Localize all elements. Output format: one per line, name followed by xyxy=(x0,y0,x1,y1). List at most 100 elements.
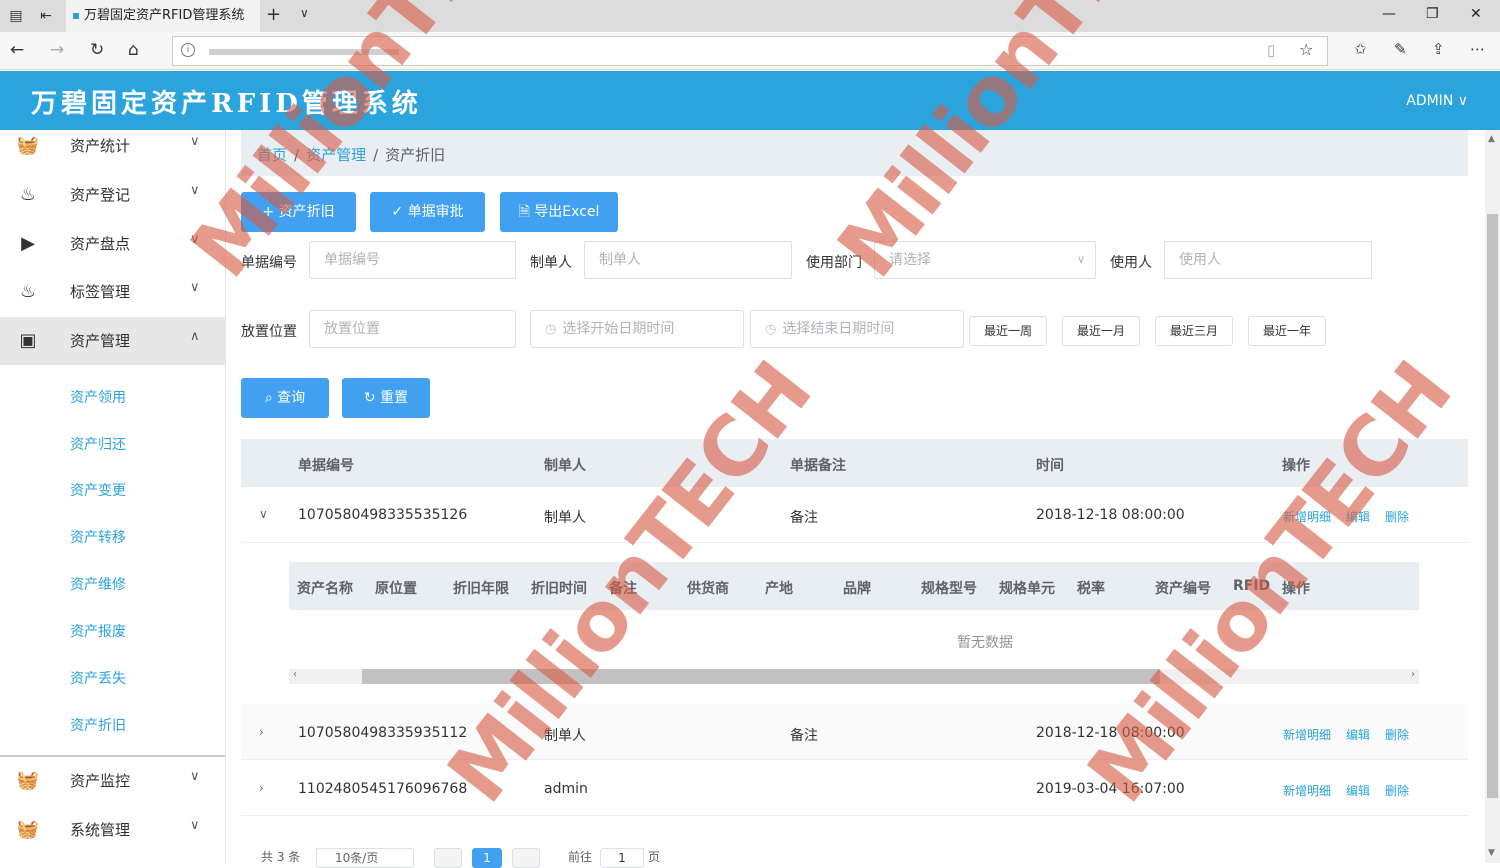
sidebar-item-system-manage[interactable]: 🧺 系统管理 ∨ xyxy=(0,806,225,854)
sidebar-item-asset-register[interactable]: ♨ 资产登记 ∨ xyxy=(0,171,225,219)
home-icon[interactable]: ⌂ xyxy=(128,40,139,60)
tab-preview-chevron-icon[interactable]: ∨ xyxy=(300,6,309,20)
subcol-origin: 产地 xyxy=(765,581,793,597)
delete-link[interactable]: 删除 xyxy=(1385,726,1409,743)
main-content: 首页 / 资产管理 / 资产折旧 + 资产折旧 ✓ 单据审批 🗎 导出Excel 单据编… xyxy=(226,130,1485,868)
last-month-button[interactable]: 最近一月 xyxy=(1062,316,1140,346)
collapse-chevron-icon[interactable]: ∨ xyxy=(259,507,268,521)
sidebar-item-label: 资产管理 xyxy=(70,332,131,350)
subcol-spec-unit: 规格单元 xyxy=(999,581,1055,597)
last-week-button[interactable]: 最近一周 xyxy=(969,316,1047,346)
approve-button[interactable]: ✓ 单据审批 xyxy=(370,192,485,232)
submenu-item[interactable]: 资产领用 xyxy=(70,387,126,407)
end-datetime-input[interactable]: ◷ 选择结束日期时间 xyxy=(750,310,964,348)
favorites-list-icon[interactable]: ✩ xyxy=(1354,40,1367,58)
dept-select[interactable]: 请选择 ∨ xyxy=(874,241,1096,279)
back-icon[interactable]: ← xyxy=(10,40,24,60)
reset-button[interactable]: ↻ 重置 xyxy=(342,378,430,418)
url-input[interactable]: i ▯ ☆ xyxy=(172,36,1328,66)
scroll-left-icon[interactable]: ‹ xyxy=(293,669,297,680)
favorite-star-icon[interactable]: ☆ xyxy=(1299,40,1313,59)
refresh-icon: ↻ xyxy=(363,390,381,406)
new-tab-icon[interactable]: + xyxy=(266,4,281,25)
chevron-down-icon: ∨ xyxy=(190,232,200,247)
add-depreciation-button[interactable]: + 资产折旧 xyxy=(241,192,356,232)
scroll-right-icon[interactable]: › xyxy=(1411,669,1415,680)
submenu-item[interactable]: 资产报废 xyxy=(70,621,126,641)
note-cell: 备注 xyxy=(790,510,818,526)
submenu-item-active[interactable]: 资产折旧 xyxy=(70,715,126,735)
horizontal-scrollbar[interactable]: ‹ › xyxy=(289,669,1419,684)
sidebar-item-asset-monitor[interactable]: 🧺 资产监控 ∨ xyxy=(0,757,225,805)
scroll-up-icon[interactable]: ▲ xyxy=(1488,134,1495,144)
submenu-item[interactable]: 资产维修 xyxy=(70,574,126,594)
start-datetime-input[interactable]: ◷ 选择开始日期时间 xyxy=(530,310,744,348)
add-detail-link[interactable]: 新增明细 xyxy=(1283,726,1331,743)
edit-link[interactable]: 编辑 xyxy=(1346,782,1370,799)
close-window-icon[interactable]: ✕ xyxy=(1470,6,1482,22)
dept-select-value: 请选择 xyxy=(889,252,931,268)
submenu-item[interactable]: 资产丢失 xyxy=(70,668,126,688)
browser-tab[interactable]: 万碧固定资产RFID管理系统 xyxy=(66,0,260,32)
next-page-button[interactable] xyxy=(512,848,540,868)
scroll-down-icon[interactable]: ▼ xyxy=(1488,848,1495,858)
maker-input[interactable]: 制单人 xyxy=(584,241,792,279)
forward-icon[interactable]: → xyxy=(50,40,64,60)
edit-link[interactable]: 编辑 xyxy=(1346,508,1370,525)
breadcrumb: 首页 / 资产管理 / 资产折旧 xyxy=(241,130,1468,176)
last-year-button[interactable]: 最近一年 xyxy=(1248,316,1326,346)
set-aside-tabs-icon[interactable]: ⇤ xyxy=(36,6,56,26)
add-detail-link[interactable]: 新增明细 xyxy=(1283,508,1331,525)
page-number-active[interactable]: 1 xyxy=(472,848,502,868)
chevron-down-icon: ∨ xyxy=(190,280,200,295)
vertical-scrollbar[interactable]: ▲ ▼ xyxy=(1485,130,1500,863)
tab-actions-icon[interactable]: ▤ xyxy=(6,6,26,26)
vertical-scroll-thumb[interactable] xyxy=(1487,214,1498,798)
minimize-icon[interactable]: — xyxy=(1382,6,1396,22)
delete-link[interactable]: 删除 xyxy=(1385,508,1409,525)
sidebar-item-asset-inventory[interactable]: ▶ 资产盘点 ∨ xyxy=(0,220,225,268)
reading-view-icon[interactable]: ▯ xyxy=(1267,41,1275,59)
sidebar-item-label: 系统管理 xyxy=(70,821,131,839)
sidebar: 🧺 资产统计 ∨ ♨ 资产登记 ∨ ▶ 资产盘点 ∨ ♨ 标签管理 ∨ ▣ 资产… xyxy=(0,130,226,863)
prev-page-button[interactable] xyxy=(434,848,462,868)
add-detail-link[interactable]: 新增明细 xyxy=(1283,782,1331,799)
restore-icon[interactable]: ❐ xyxy=(1426,6,1439,22)
search-button[interactable]: ⌕ 查询 xyxy=(241,378,329,418)
col-note: 单据备注 xyxy=(790,458,846,474)
export-excel-button[interactable]: 🗎 导出Excel xyxy=(500,192,618,232)
last-three-months-button[interactable]: 最近三月 xyxy=(1155,316,1233,346)
submenu-item[interactable]: 资产变更 xyxy=(70,480,126,500)
submenu-item[interactable]: 资产转移 xyxy=(70,527,126,547)
user-menu[interactable]: ADMIN ∨ xyxy=(1406,93,1468,109)
delete-link[interactable]: 删除 xyxy=(1385,782,1409,799)
site-info-icon[interactable]: i xyxy=(181,43,195,57)
breadcrumb-section[interactable]: 资产管理 xyxy=(306,146,366,164)
user-input[interactable]: 使用人 xyxy=(1164,241,1372,279)
col-maker: 制单人 xyxy=(544,458,586,474)
breadcrumb-home[interactable]: 首页 xyxy=(257,146,287,164)
edit-link[interactable]: 编辑 xyxy=(1346,726,1370,743)
play-box-icon: ▶ xyxy=(21,233,35,254)
doc-no-input[interactable]: 单据编号 xyxy=(309,241,516,279)
sidebar-item-asset-stats[interactable]: 🧺 资产统计 ∨ xyxy=(0,122,225,170)
more-icon[interactable]: ⋯ xyxy=(1470,40,1485,58)
expand-chevron-icon[interactable]: › xyxy=(259,781,264,795)
goto-page-input[interactable]: 1 xyxy=(600,848,644,868)
refresh-icon[interactable]: ↻ xyxy=(90,40,104,60)
document-icon: 🗎 xyxy=(518,204,535,220)
expand-chevron-icon[interactable]: › xyxy=(259,725,264,739)
sidebar-item-label: 资产盘点 xyxy=(70,235,131,253)
location-input[interactable]: 放置位置 xyxy=(309,310,516,348)
page-size-select[interactable]: 10条/页 xyxy=(316,848,414,868)
browser-address-bar: ← → ↻ ⌂ i ▯ ☆ ✩ ✎ ⇪ ⋯ xyxy=(0,32,1500,70)
sidebar-item-tag-manage[interactable]: ♨ 标签管理 ∨ xyxy=(0,268,225,316)
horizontal-scroll-thumb[interactable] xyxy=(362,669,1160,684)
submenu-item[interactable]: 资产归还 xyxy=(70,434,126,454)
share-icon[interactable]: ⇪ xyxy=(1432,40,1445,58)
pen-icon[interactable]: ✎ xyxy=(1394,40,1407,58)
detail-subtable: 资产名称 原位置 折旧年限 折旧时间 备注 供货商 产地 品牌 规格型号 规格单… xyxy=(289,562,1419,687)
app-title: 万碧固定资产RFID管理系统 xyxy=(31,89,422,119)
sidebar-item-asset-manage[interactable]: ▣ 资产管理 ∧ xyxy=(0,317,225,365)
chevron-down-icon: ∨ xyxy=(190,769,200,784)
